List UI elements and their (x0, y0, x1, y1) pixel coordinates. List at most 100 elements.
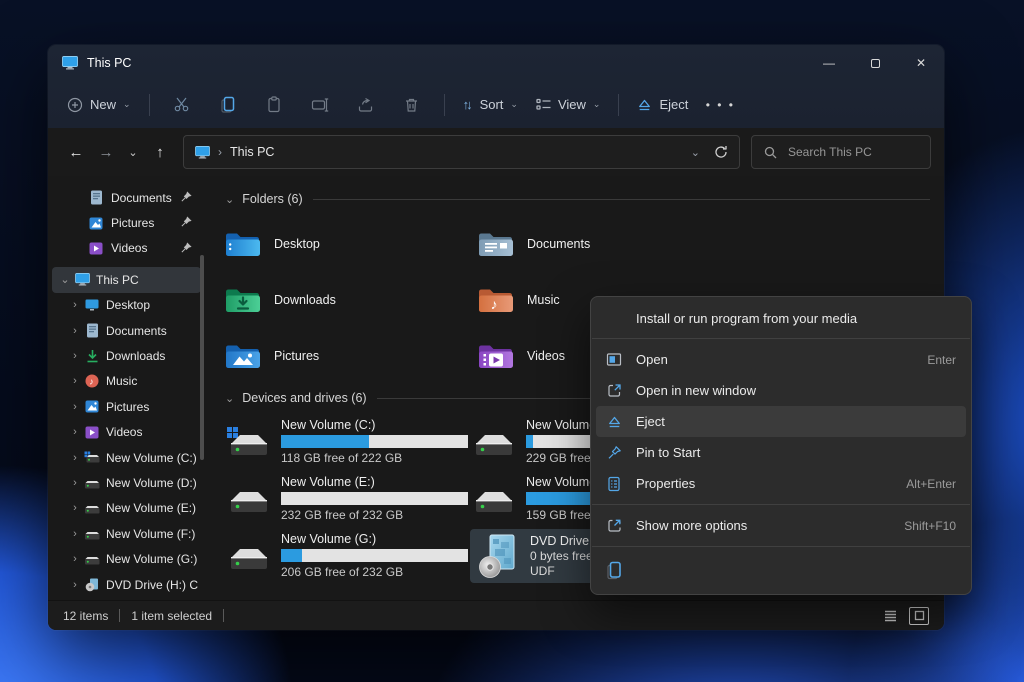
chevron-right-icon[interactable]: › (68, 528, 82, 540)
sidebar-scrollbar[interactable] (200, 255, 204, 460)
downloads-folder-icon (225, 285, 261, 315)
cut-button[interactable] (162, 89, 202, 121)
view-icon (536, 98, 551, 111)
address-dropdown-chevron-icon[interactable]: ⌄ (691, 146, 700, 159)
documents-icon (82, 323, 102, 338)
folders-section-header[interactable]: ⌄ Folders (6) (225, 189, 930, 209)
sidebar-item-label: Videos (111, 241, 147, 255)
context-menu: Install or run program from your media O… (590, 296, 972, 595)
sidebar-item-drive-d[interactable]: › New Volume (D:) (52, 470, 201, 495)
refresh-icon[interactable] (714, 145, 728, 159)
sidebar-item-documents[interactable]: › Documents (52, 318, 201, 343)
menu-item-label: Open (636, 352, 927, 367)
folder-tile-downloads[interactable]: Downloads (225, 272, 478, 328)
back-button[interactable]: ← (61, 137, 91, 167)
toolbar-divider (444, 94, 445, 116)
rename-button[interactable] (300, 89, 340, 121)
search-box[interactable]: Search This PC (751, 135, 931, 169)
delete-button[interactable] (392, 89, 432, 121)
dvd-drive-icon (477, 533, 519, 579)
sidebar-item-drive-e[interactable]: › New Volume (E:) (52, 496, 201, 521)
sidebar-item-this-pc[interactable]: ⌄ This PC (52, 267, 201, 292)
chevron-right-icon[interactable]: › (68, 452, 82, 464)
pin-icon (180, 216, 192, 228)
menu-item-open-in-new-window[interactable]: Open in new window (596, 375, 966, 406)
menu-item-properties[interactable]: Properties Alt+Enter (596, 468, 966, 499)
capacity-bar (281, 435, 468, 448)
chevron-right-icon[interactable]: › (68, 477, 82, 489)
drive-tile-g[interactable]: New Volume (G:) 206 GB free of 232 GB (225, 527, 470, 584)
chevron-right-icon[interactable]: › (68, 426, 82, 438)
chevron-right-icon[interactable]: › (68, 299, 82, 311)
maximize-button[interactable] (852, 45, 898, 81)
share-button[interactable] (346, 89, 386, 121)
sidebar-item-label: New Volume (F:) (106, 527, 195, 541)
menu-item-label: Open in new window (636, 383, 956, 398)
menu-item-pin-to-start[interactable]: Pin to Start (596, 437, 966, 468)
menu-item-shortcut: Enter (927, 353, 956, 367)
sidebar-item-drive-c[interactable]: › New Volume (C:) (52, 445, 201, 470)
large-icons-view-button[interactable] (909, 607, 929, 625)
sort-button[interactable]: ↑↓ Sort ⌄ (454, 91, 527, 118)
menu-item-install-or-run[interactable]: Install or run program from your media (596, 303, 966, 333)
forward-button[interactable]: → (91, 137, 121, 167)
folder-name: Documents (527, 237, 590, 251)
chevron-right-icon[interactable]: › (68, 579, 82, 591)
folder-tile-pictures[interactable]: Pictures (225, 328, 478, 384)
address-bar[interactable]: › This PC ⌄ (183, 135, 740, 169)
sidebar-item-label: This PC (96, 273, 139, 287)
chevron-down-icon: ⌄ (225, 392, 234, 405)
window-title: This PC (87, 56, 131, 70)
chevron-down-icon[interactable]: ⌄ (58, 273, 72, 286)
capacity-bar-fill (281, 549, 302, 562)
sidebar-item-videos-pinned[interactable]: Videos (52, 236, 201, 261)
chevron-right-icon[interactable]: › (68, 350, 82, 362)
sidebar-item-videos[interactable]: › Videos (52, 420, 201, 445)
see-more-button[interactable]: • • • (700, 89, 740, 121)
sidebar-item-label: DVD Drive (H:) C (106, 578, 198, 592)
new-button-label: New (90, 97, 116, 112)
chevron-right-icon[interactable]: › (68, 553, 82, 565)
sidebar-item-drive-f[interactable]: › New Volume (F:) (52, 521, 201, 546)
minimize-button[interactable]: — (806, 45, 852, 81)
section-divider (313, 199, 930, 200)
view-button[interactable]: View ⌄ (527, 91, 610, 118)
paste-button[interactable] (254, 89, 294, 121)
new-button[interactable]: New ⌄ (58, 91, 140, 119)
menu-item-eject[interactable]: Eject (596, 406, 966, 437)
properties-icon (606, 476, 622, 492)
drive-tile-e[interactable]: New Volume (E:) 232 GB free of 232 GB (225, 470, 470, 527)
menu-item-show-more-options[interactable]: Show more options Shift+F10 (596, 510, 966, 541)
sidebar-item-label: New Volume (D:) (106, 476, 197, 490)
sidebar-item-desktop[interactable]: › Desktop (52, 293, 201, 318)
recent-locations-button[interactable]: ⌄ (121, 137, 145, 167)
capacity-bar-fill (281, 435, 369, 448)
sidebar-item-music[interactable]: › ♪ Music (52, 369, 201, 394)
sidebar-item-pictures-pinned[interactable]: Pictures (52, 210, 201, 235)
chevron-right-icon[interactable]: › (68, 502, 82, 514)
pictures-folder-icon (225, 341, 261, 371)
up-button[interactable]: ↑ (145, 137, 175, 167)
chevron-right-icon[interactable]: › (68, 325, 82, 337)
sidebar-item-downloads[interactable]: › Downloads (52, 343, 201, 368)
copy-button[interactable] (208, 89, 248, 121)
sidebar-item-dvd-drive[interactable]: › DVD Drive (H:) C (52, 572, 201, 597)
dvd-drive-icon (82, 578, 102, 592)
sidebar-item-drive-g[interactable]: › New Volume (G:) (52, 546, 201, 571)
sidebar-item-documents-pinned[interactable]: Documents (52, 185, 201, 210)
details-view-button[interactable] (880, 607, 900, 625)
folder-tile-desktop[interactable]: Desktop (225, 216, 478, 272)
chevron-right-icon[interactable]: › (68, 375, 82, 387)
titlebar[interactable]: This PC — ✕ (48, 45, 944, 81)
sidebar-item-pictures[interactable]: › Pictures (52, 394, 201, 419)
drive-tile-c[interactable]: New Volume (C:) 118 GB free of 222 GB (225, 413, 470, 470)
desktop: { "window": { "title": "This PC" }, "ico… (0, 0, 1024, 682)
chevron-right-icon[interactable]: › (68, 401, 82, 413)
copy-icon[interactable] (606, 561, 622, 580)
close-button[interactable]: ✕ (898, 45, 944, 81)
folder-tile-documents[interactable]: Documents (478, 216, 731, 272)
breadcrumb-location[interactable]: This PC (230, 145, 274, 159)
menu-item-open[interactable]: Open Enter (596, 344, 966, 375)
status-divider (223, 609, 224, 622)
eject-toolbar-button[interactable]: Eject (628, 91, 697, 118)
